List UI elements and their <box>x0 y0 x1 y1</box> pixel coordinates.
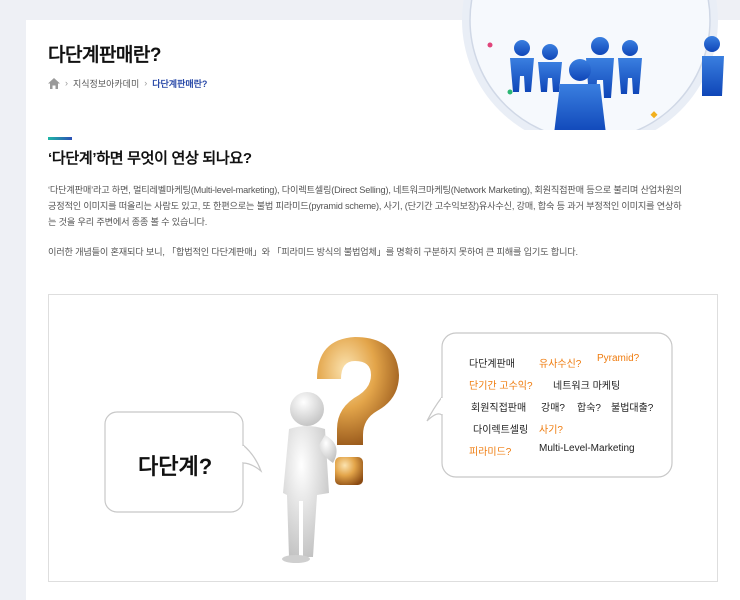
question-mark-figure <box>317 337 399 485</box>
breadcrumb: › 지식정보아카데미 › 다단계판매란? <box>48 76 207 90</box>
breadcrumb-item-academy[interactable]: 지식정보아카데미 <box>73 77 139 90</box>
term-fraud: 사기? <box>539 425 563 436</box>
concept-illustration: 다단계? 다단계판매 유사수신? Pyramid? 단기간 고수익? 네트워크 … <box>48 294 718 582</box>
term-illegal-loan: 불법대출? <box>611 403 654 414</box>
home-icon[interactable] <box>48 77 60 89</box>
term-lodging: 합숙? <box>577 403 601 414</box>
term-fraud-deposit: 유사수신? <box>539 359 582 370</box>
left-bubble-text: 다단계? <box>138 454 213 479</box>
thinking-figure <box>282 392 337 563</box>
term-network-marketing: 네트워크 마케팅 <box>553 381 621 392</box>
term-direct-sales: 다단계판매 <box>469 359 515 370</box>
breadcrumb-item-current: 다단계판매란? <box>152 78 208 89</box>
term-pyramid-kr: 피라미드? <box>469 447 512 458</box>
term-mlm-en: Multi-Level-Marketing <box>539 443 635 454</box>
page-title: 다단계판매란? <box>48 45 162 66</box>
section-heading: ‘다단계’하면 무엇이 연상 되나요? <box>48 150 252 167</box>
term-short-term-profit: 단기간 고수익? <box>469 381 533 392</box>
intro-paragraph: ‘다단계판매’라고 하면, 멀티레벨마케팅(Multi-level-market… <box>48 185 682 227</box>
content-page: 다단계판매란? › 지식정보아카데미 › 다단계판매란? ‘다단계’하면 무엇이… <box>26 0 740 600</box>
term-pyramid-en: Pyramid? <box>597 353 640 364</box>
term-forced-sale: 강매? <box>541 403 565 414</box>
heading-accent-line <box>48 137 72 140</box>
term-direct-selling: 다이렉트셀링 <box>473 425 529 436</box>
chevron-right-icon: › <box>144 78 148 88</box>
chevron-right-icon: › <box>65 78 68 88</box>
hero-people-illustration <box>430 0 730 130</box>
warning-paragraph: 이러한 개념들이 혼재되다 보니, 「합법적인 다단계판매」와 「피라미드 방식… <box>48 247 578 257</box>
term-member-sales: 회원직접판매 <box>471 403 527 414</box>
